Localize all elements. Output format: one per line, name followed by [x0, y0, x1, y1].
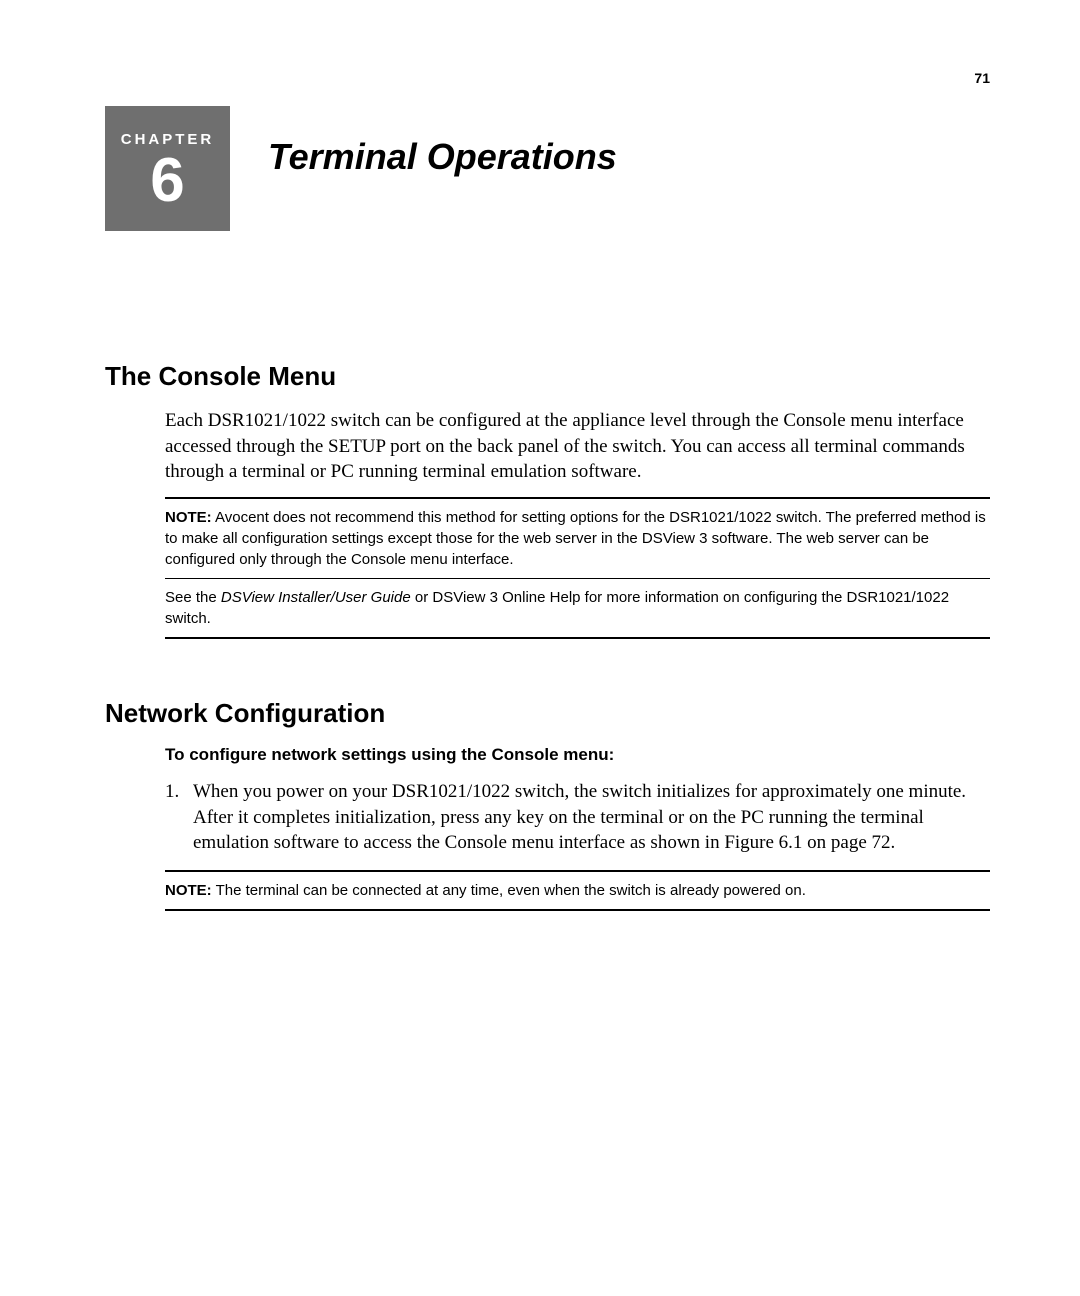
network-config-note: NOTE: The terminal can be connected at a…: [165, 870, 990, 911]
console-menu-paragraph: Each DSR1021/1022 switch can be configur…: [165, 408, 990, 485]
section-console-menu-heading: The Console Menu: [105, 361, 990, 392]
chapter-title: Terminal Operations: [268, 136, 617, 178]
note-text: Avocent does not recommend this method f…: [165, 509, 986, 568]
note-label: NOTE:: [165, 509, 212, 526]
note-1: NOTE: Avocent does not recommend this me…: [165, 499, 990, 578]
list-item: 1. When you power on your DSR1021/1022 s…: [165, 779, 990, 856]
note-label: NOTE:: [165, 882, 212, 899]
section-network-config-heading: Network Configuration: [105, 698, 990, 729]
network-config-steps: 1. When you power on your DSR1021/1022 s…: [165, 779, 990, 856]
note-text: The terminal can be connected at any tim…: [212, 882, 806, 899]
console-menu-notes: NOTE: Avocent does not recommend this me…: [165, 497, 990, 639]
document-page: 71 CHAPTER 6 Terminal Operations The Con…: [0, 0, 1080, 911]
page-number: 71: [105, 70, 990, 86]
list-text: When you power on your DSR1021/1022 swit…: [193, 779, 990, 856]
network-config-sub-heading: To configure network settings using the …: [165, 745, 990, 765]
chapter-header: CHAPTER 6 Terminal Operations: [105, 106, 990, 231]
chapter-box: CHAPTER 6: [105, 106, 230, 231]
list-number: 1.: [165, 779, 193, 856]
note-2: See the DSView Installer/User Guide or D…: [165, 579, 990, 637]
note-italic: DSView Installer/User Guide: [221, 589, 411, 606]
note-pre: See the: [165, 589, 221, 606]
chapter-number: 6: [150, 150, 184, 212]
